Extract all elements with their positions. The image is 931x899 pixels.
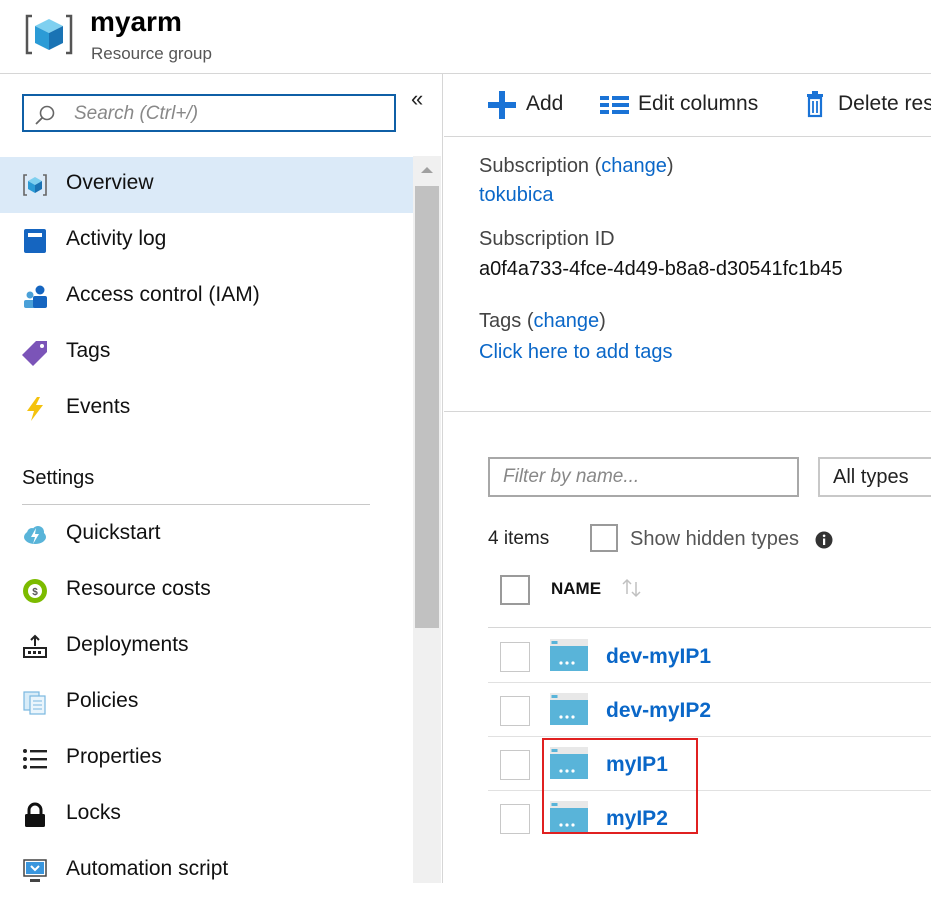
- resource-type-selected: All types: [833, 466, 909, 488]
- annotation-highlight-box: [542, 738, 698, 834]
- edit-columns-label: Edit columns: [638, 92, 759, 115]
- svg-text:$: $: [32, 587, 38, 598]
- columns-icon: [600, 96, 629, 114]
- public-ip-icon: [550, 693, 588, 725]
- cost-coin-icon: $: [23, 579, 47, 603]
- sidebar-item-label: Policies: [66, 689, 139, 712]
- resource-group-cube-icon: [25, 14, 73, 55]
- sidebar-item-label: Automation script: [66, 857, 229, 880]
- sidebar-item-label: Locks: [66, 801, 121, 824]
- subscription-id-value: a0f4a733-4fce-4d49-b8a8-d30541fc1b45: [479, 258, 843, 280]
- activity-log-icon: [24, 229, 46, 253]
- essentials-divider: [444, 411, 931, 412]
- sidebar-item-automation-script[interactable]: Automation script: [0, 843, 413, 899]
- scrollbar-thumb[interactable]: [415, 186, 439, 628]
- sidebar-search-placeholder: Search (Ctrl+/): [74, 103, 199, 124]
- sidebar-item-label: Access control (IAM): [66, 283, 260, 306]
- resource-name-link[interactable]: dev-myIP1: [606, 645, 711, 669]
- sidebar-item-label: Events: [66, 395, 131, 418]
- items-count: 4 items: [488, 528, 550, 549]
- list-icon: [23, 749, 47, 769]
- automation-script-icon: [23, 859, 47, 882]
- row-checkbox[interactable]: [500, 750, 530, 780]
- table-row[interactable]: dev-myIP1: [488, 629, 931, 683]
- sidebar-item-policies[interactable]: Policies: [0, 675, 413, 731]
- deployments-icon: [23, 634, 47, 658]
- sidebar-item-iam[interactable]: Access control (IAM): [0, 269, 413, 325]
- paren-close: ): [666, 155, 674, 177]
- resource-group-title: myarm: [90, 6, 182, 37]
- sidebar-item-label: Deployments: [66, 633, 189, 656]
- sidebar-item-activity-log[interactable]: Activity log: [0, 213, 413, 269]
- sidebar-item-locks[interactable]: Locks: [0, 787, 413, 843]
- subscription-id-label: Subscription ID: [479, 228, 615, 250]
- add-tags-link[interactable]: Click here to add tags: [479, 341, 672, 364]
- tags-label: Tags: [479, 310, 522, 332]
- tag-icon: [22, 341, 47, 366]
- resource-name-link[interactable]: dev-myIP2: [606, 699, 711, 723]
- sidebar-item-label: Overview: [66, 171, 154, 194]
- collapse-sidebar-button[interactable]: «: [411, 86, 423, 112]
- sidebar-item-deployments[interactable]: Deployments: [0, 619, 413, 675]
- paren-close: ): [599, 310, 606, 332]
- change-tags-link[interactable]: change: [533, 310, 599, 332]
- filter-placeholder: Filter by name...: [503, 466, 640, 487]
- delete-resource-group-button[interactable]: Delete res: [804, 90, 931, 122]
- lock-icon: [25, 802, 45, 827]
- sidebar-item-quickstart[interactable]: Quickstart: [0, 507, 413, 563]
- sort-arrows-icon[interactable]: [620, 578, 644, 598]
- row-checkbox[interactable]: [500, 804, 530, 834]
- select-all-checkbox[interactable]: [500, 575, 530, 605]
- sidebar-divider: [442, 74, 443, 883]
- settings-section-heading: Settings: [22, 467, 95, 489]
- sidebar-item-label: Tags: [66, 339, 111, 362]
- sidebar-item-label: Resource costs: [66, 577, 211, 600]
- sidebar-item-tags[interactable]: Tags: [0, 325, 413, 381]
- cloud-lightning-icon: [24, 526, 46, 544]
- delete-label: Delete res: [838, 92, 931, 115]
- search-icon: [35, 105, 55, 125]
- scroll-up-arrow-icon[interactable]: [413, 156, 441, 184]
- sidebar-item-label: Properties: [66, 745, 162, 768]
- settings-divider: [22, 504, 370, 505]
- sidebar-item-properties[interactable]: Properties: [0, 731, 413, 787]
- sidebar-item-label: Quickstart: [66, 521, 161, 544]
- lightning-icon: [27, 397, 43, 421]
- table-header-divider: [488, 627, 931, 628]
- add-label: Add: [526, 92, 564, 115]
- row-checkbox[interactable]: [500, 642, 530, 672]
- subscription-label: Subscription: [479, 155, 590, 177]
- trash-icon: [807, 91, 823, 118]
- policies-icon: [23, 691, 46, 715]
- subscription-name-link[interactable]: tokubica: [479, 184, 554, 207]
- tags-label-row: Tags (change): [479, 310, 606, 333]
- iam-users-icon: [24, 285, 47, 308]
- sidebar-item-overview[interactable]: Overview: [0, 157, 413, 213]
- name-column-header[interactable]: NAME: [551, 579, 601, 599]
- resource-group-cube-icon: [23, 174, 47, 196]
- add-button[interactable]: Add: [488, 90, 578, 122]
- edit-columns-button[interactable]: Edit columns: [600, 90, 780, 122]
- show-hidden-types-label: Show hidden types: [630, 528, 800, 550]
- resource-group-subtitle: Resource group: [91, 44, 212, 63]
- info-icon[interactable]: [815, 531, 833, 549]
- sidebar-item-events[interactable]: Events: [0, 381, 413, 437]
- sidebar-item-resource-costs[interactable]: $ Resource costs: [0, 563, 413, 619]
- row-checkbox[interactable]: [500, 696, 530, 726]
- plus-icon: [488, 91, 516, 119]
- subscription-label-row: Subscription (change): [479, 155, 674, 178]
- sidebar-item-label: Activity log: [66, 227, 167, 250]
- show-hidden-types-checkbox[interactable]: [590, 524, 618, 552]
- table-row[interactable]: dev-myIP2: [488, 683, 931, 737]
- change-subscription-link[interactable]: change: [601, 155, 667, 177]
- public-ip-icon: [550, 639, 588, 671]
